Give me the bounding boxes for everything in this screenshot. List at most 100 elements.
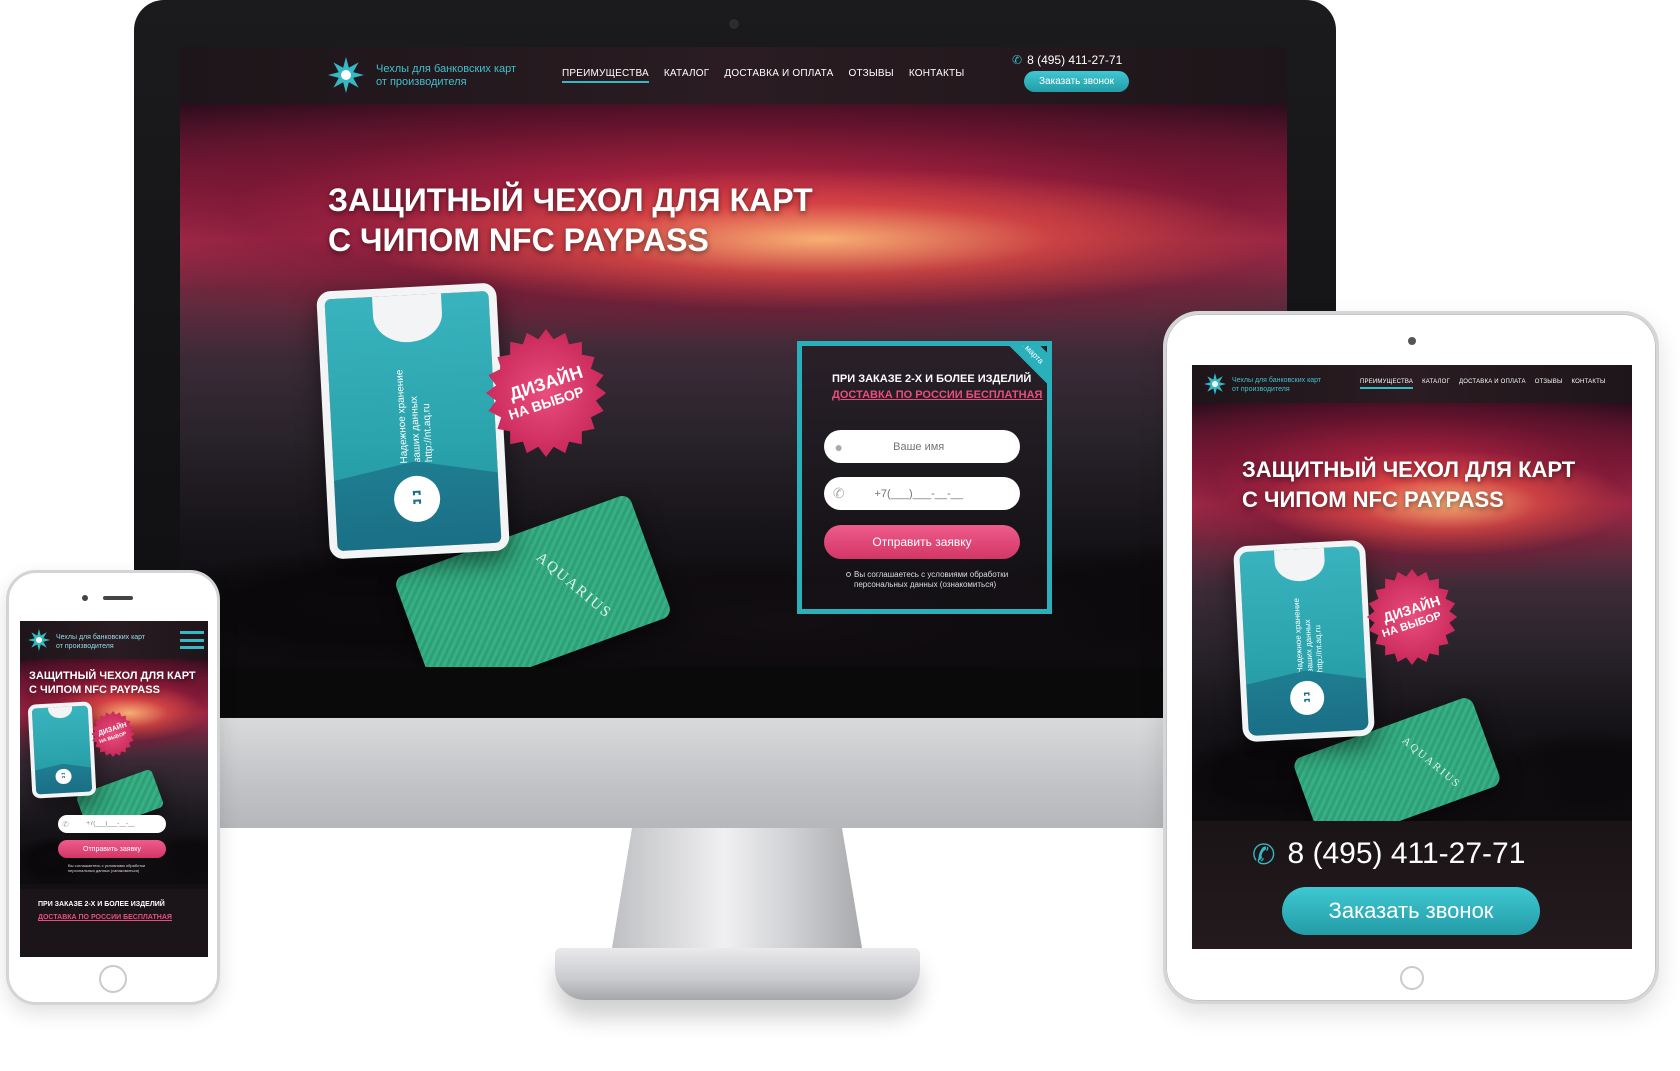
ipad-hero-title: ЗАЩИТНЫЙ ЧЕХОЛ ДЛЯ КАРТ С ЧИПОМ NFC PAYP… — [1242, 455, 1575, 515]
ipad-nav-item-delivery[interactable]: ДОСТАВКА И ОПЛАТА — [1459, 379, 1526, 389]
logo-line1: Чехлы для банковских карт — [376, 63, 517, 75]
ipad-call-section: ✆ 8 (495) 411-27-71 Заказать звонок — [1192, 821, 1632, 949]
ipad-logo-line2: от производителя — [1232, 386, 1290, 393]
hamburger-menu-icon[interactable] — [180, 631, 204, 649]
iphone-promo-section: ПРИ ЗАКАЗЕ 2-Х И БОЛЕЕ ИЗДЕЛИЙ ДОСТАВКА … — [20, 889, 208, 957]
logo-line2: от производителя — [376, 76, 467, 88]
hero-section: ЗАЩИТНЫЙ ЧЕХОЛ ДЛЯ КАРТ С ЧИПОМ NFC PAYP… — [180, 104, 1287, 701]
ipad-camera — [1408, 337, 1416, 345]
ipad-order-call-button[interactable]: Заказать звонок — [1282, 887, 1540, 935]
consent-line1: Вы соглашаетесь с условиями обработки — [854, 570, 1009, 579]
hero-title: ЗАЩИТНЫЙ ЧЕХОЛ ДЛЯ КАРТ С ЧИПОМ NFC PAYP… — [328, 180, 813, 260]
ipad-device: ЗАЩИТНЫЙ ЧЕХОЛ ДЛЯ КАРТ С ЧИПОМ NFC PAYP… — [1163, 311, 1659, 1004]
iphone-card-holder-product: ʭ — [27, 701, 97, 799]
phone-input[interactable] — [853, 487, 1020, 500]
iphone-camera — [82, 595, 88, 601]
nav-item-catalog[interactable]: КАТАЛОГ — [664, 68, 710, 83]
iphone-hero-title-line2: С ЧИПОМ NFC PAYPASS — [29, 684, 160, 696]
ipad-home-button — [1400, 966, 1424, 990]
ipad-logo-line1: Чехлы для банковских карт — [1232, 377, 1322, 384]
ipad-screen: ЗАЩИТНЫЙ ЧЕХОЛ ДЛЯ КАРТ С ЧИПОМ NFC PAYP… — [1192, 365, 1632, 949]
form-subheading-link[interactable]: ДОСТАВКА ПО РОССИИ БЕСПЛАТНАЯ — [832, 389, 1042, 401]
iphone-promo-subheading-link[interactable]: ДОСТАВКА ПО РОССИИ БЕСПЛАТНАЯ — [38, 914, 172, 921]
phone-icon: ✆ — [1012, 53, 1023, 67]
order-form: до 31 марта ПРИ ЗАКАЗЕ 2-Х И БОЛЕЕ ИЗДЕЛ… — [797, 341, 1052, 614]
logo-text[interactable]: Чехлы для банковских карт от производите… — [376, 63, 516, 89]
imac-stand-foot — [555, 948, 920, 1000]
ipad-snowflake-star-icon[interactable] — [1204, 373, 1226, 395]
iphone-holder-notch — [47, 701, 73, 719]
iphone-site-header: Чехлы для банковских карт от производите… — [20, 621, 208, 659]
ipad-nav-item-catalog[interactable]: КАТАЛОГ — [1422, 379, 1450, 389]
snowflake-star-icon[interactable] — [328, 57, 364, 93]
ipad-hero-title-line1: ЗАЩИТНЫЙ ЧЕХОЛ ДЛЯ КАРТ — [1242, 457, 1576, 482]
ipad-card-holder-product: Надежное хранение ваших данных http://nt… — [1232, 539, 1376, 743]
user-icon: ● — [834, 438, 843, 455]
hero-title-line2: С ЧИПОМ NFC PAYPASS — [328, 222, 709, 258]
iphone-device: ЗАЩИТНЫЙ ЧЕХОЛ ДЛЯ КАРТ С ЧИПОМ NFC PAYP… — [6, 570, 220, 1005]
iphone-submit-request-button[interactable]: Отправить заявку — [58, 840, 166, 858]
consent-text: Вы соглашаетесь с условиями обработки пе… — [846, 570, 1008, 590]
ipad-nav-item-reviews[interactable]: ОТЗЫВЫ — [1535, 379, 1563, 389]
iphone-snowflake-star-icon[interactable] — [28, 629, 50, 651]
nav-item-delivery[interactable]: ДОСТАВКА И ОПЛАТА — [724, 68, 833, 83]
iphone-logo-line1: Чехлы для банковских карт — [56, 634, 146, 641]
iphone-design-choice-badge: ДИЗАЙН НА ВЫБОР — [91, 711, 135, 757]
iphone-consent-link[interactable]: персональных данных (ознакомиться) — [68, 868, 145, 873]
screen-bottom-strip — [180, 667, 1287, 717]
imac-chin — [134, 718, 1336, 828]
form-heading: ПРИ ЗАКАЗЕ 2-Х И БОЛЕЕ ИЗДЕЛИЙ — [832, 373, 1032, 385]
ipad-nav-item-contacts[interactable]: КОНТАКТЫ — [1571, 379, 1605, 389]
submit-request-button[interactable]: Отправить заявку — [824, 525, 1020, 559]
ipad-hero-section: ЗАЩИТНЫЙ ЧЕХОЛ ДЛЯ КАРТ С ЧИПОМ NFC PAYP… — [1192, 403, 1632, 849]
iphone-phone-input[interactable] — [73, 821, 166, 827]
iphone-screen: ЗАЩИТНЫЙ ЧЕХОЛ ДЛЯ КАРТ С ЧИПОМ NFC PAYP… — [20, 621, 208, 957]
name-field[interactable]: ● — [824, 430, 1020, 463]
iphone-holder-logo-icon: ʭ — [55, 768, 72, 785]
hero-title-line1: ЗАЩИТНЫЙ ЧЕХОЛ ДЛЯ КАРТ — [328, 182, 813, 218]
consent-link[interactable]: персональных данных (ознакомиться) — [846, 580, 1008, 590]
nav-item-advantages[interactable]: ПРЕИМУЩЕСТВА — [562, 68, 649, 83]
card-holder-product: Надежное хранение ваших данных http://nt… — [316, 282, 510, 560]
card-brand-text: AQUARIUS — [532, 549, 615, 622]
order-call-button[interactable]: Заказать звонок — [1024, 71, 1129, 92]
consent-radio[interactable] — [846, 572, 851, 577]
holder-notch — [371, 285, 444, 345]
header-phone-number: 8 (495) 411-27-71 — [1027, 53, 1123, 67]
iphone-hero-title-line1: ЗАЩИТНЫЙ ЧЕХОЛ ДЛЯ КАРТ — [29, 670, 196, 682]
iphone-logo-line2: от производителя — [56, 643, 114, 650]
ipad-hero-title-line2: С ЧИПОМ NFC PAYPASS — [1242, 487, 1504, 512]
phone-icon: ✆ — [832, 485, 845, 501]
iphone-home-button — [99, 965, 127, 993]
holder-print-text: Надежное хранение ваших данных http://nt… — [394, 368, 436, 464]
imac-stand-neck — [612, 828, 862, 948]
main-nav: ПРЕИМУЩЕСТВА КАТАЛОГ ДОСТАВКА И ОПЛАТА О… — [562, 68, 964, 83]
iphone-phone-icon: ✆ — [62, 819, 69, 829]
iphone-logo-text[interactable]: Чехлы для банковских карт от производите… — [56, 633, 145, 651]
device-mockup-stage: ЗАЩИТНЫЙ ЧЕХОЛ ДЛЯ КАРТ С ЧИПОМ NFC PAYP… — [0, 0, 1680, 1071]
phone-field[interactable]: ✆ — [824, 477, 1020, 510]
iphone-hero-section: ЗАЩИТНЫЙ ЧЕХОЛ ДЛЯ КАРТ С ЧИПОМ NFC PAYP… — [20, 659, 208, 884]
iphone-consent-text: Вы соглашаетесь с условиями обработки пе… — [68, 863, 145, 873]
iphone-speaker — [103, 596, 133, 600]
ipad-phone-icon: ✆ — [1252, 838, 1276, 870]
ipad-site-header: Чехлы для банковских карт от производите… — [1192, 365, 1632, 403]
ipad-nav-item-advantages[interactable]: ПРЕИМУЩЕСТВА — [1360, 379, 1414, 389]
imac-camera — [729, 19, 739, 29]
ipad-card-brand-text: AQUARIUS — [1399, 734, 1464, 791]
ipad-main-nav: ПРЕИМУЩЕСТВА КАТАЛОГ ДОСТАВКА И ОПЛАТА О… — [1360, 379, 1605, 389]
ipad-logo-text[interactable]: Чехлы для банковских карт от производите… — [1232, 376, 1321, 394]
nav-item-reviews[interactable]: ОТЗЫВЫ — [848, 68, 893, 83]
nav-item-contacts[interactable]: КОНТАКТЫ — [909, 68, 965, 83]
ipad-phone[interactable]: ✆ 8 (495) 411-27-71 — [1252, 837, 1525, 871]
imac-screen: ЗАЩИТНЫЙ ЧЕХОЛ ДЛЯ КАРТ С ЧИПОМ NFC PAYP… — [180, 47, 1287, 717]
ipad-holder-print-text: Надежное хранение ваших данных http://nt… — [1292, 597, 1326, 674]
iphone-phone-field[interactable]: ✆ — [58, 815, 166, 833]
header-phone[interactable]: ✆ 8 (495) 411-27-71 — [1012, 53, 1122, 67]
ipad-holder-notch — [1273, 539, 1327, 583]
name-input[interactable] — [853, 440, 1020, 453]
iphone-promo-heading: ПРИ ЗАКАЗЕ 2-Х И БОЛЕЕ ИЗДЕЛИЙ — [38, 901, 165, 908]
ipad-phone-number: 8 (495) 411-27-71 — [1287, 837, 1526, 870]
iphone-hero-title: ЗАЩИТНЫЙ ЧЕХОЛ ДЛЯ КАРТ С ЧИПОМ NFC PAYP… — [29, 669, 196, 697]
site-header: Чехлы для банковских карт от производите… — [180, 47, 1287, 104]
